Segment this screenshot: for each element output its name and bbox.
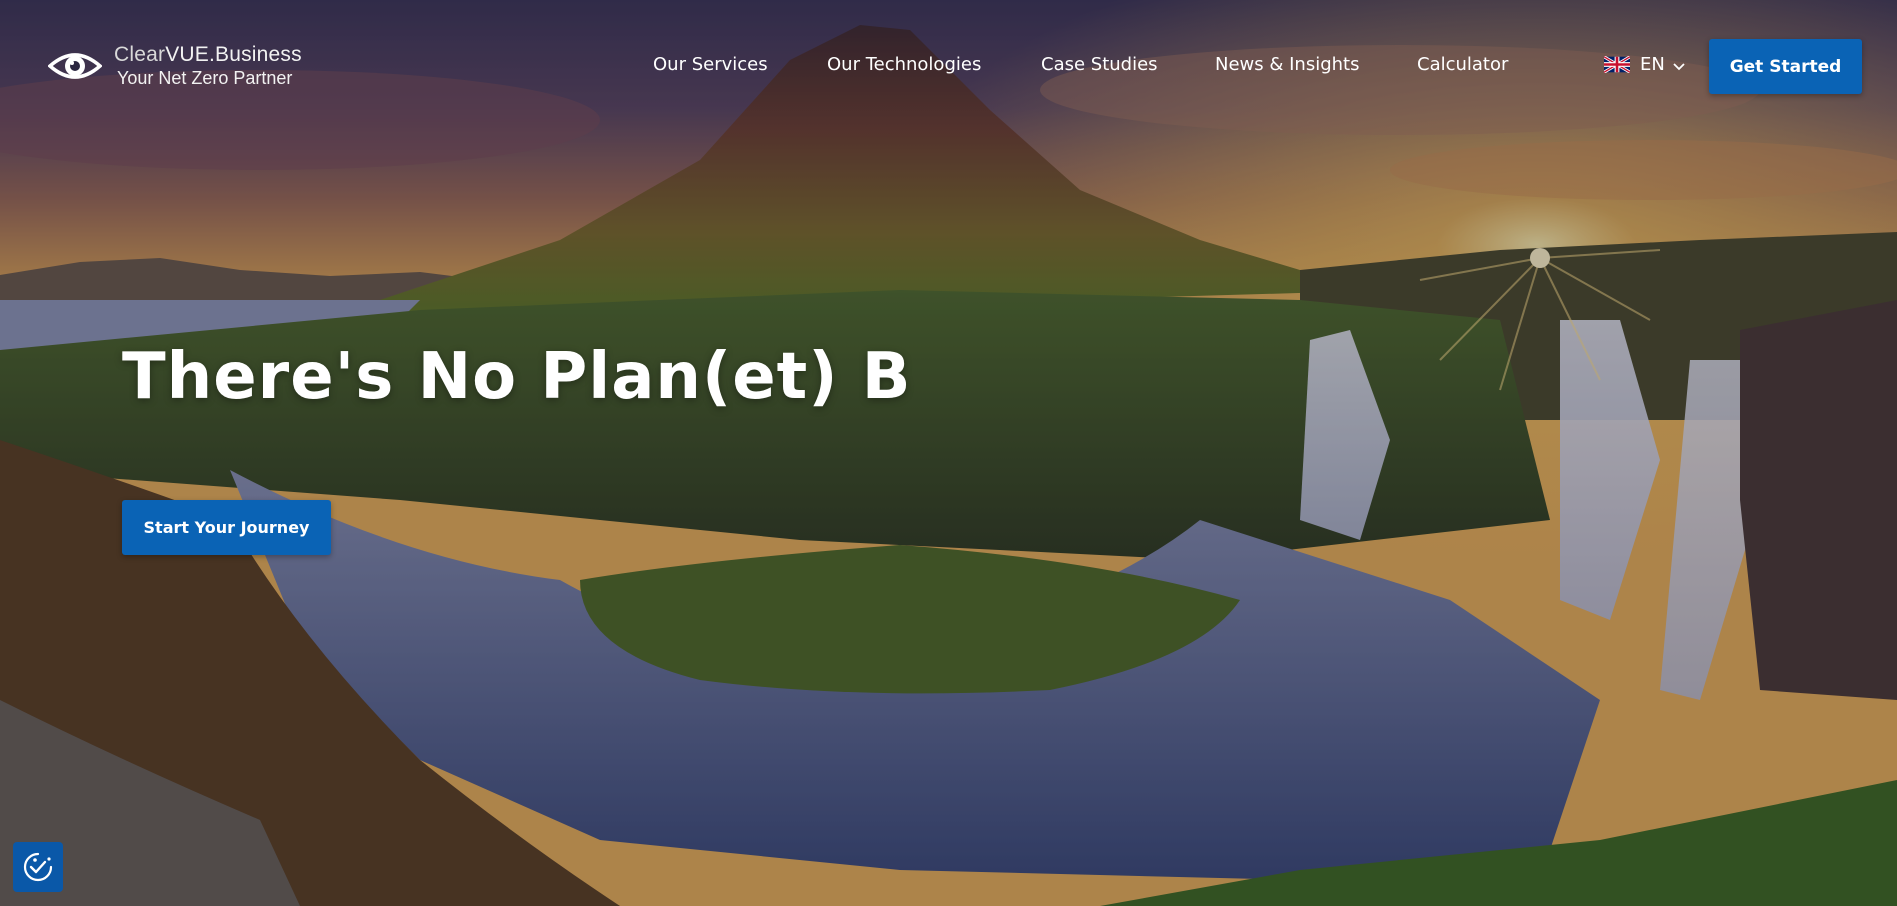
brand-name-part2: VUE — [165, 43, 209, 66]
language-label: EN — [1640, 54, 1665, 75]
language-selector[interactable]: EN — [1604, 54, 1685, 75]
brand-text: ClearVUE.Business Your Net Zero Partner — [114, 44, 302, 87]
nav-item-case-studies[interactable]: Case Studies — [1041, 54, 1158, 75]
eye-logo-icon — [48, 52, 102, 79]
nav-item-our-services[interactable]: Our Services — [653, 54, 768, 75]
get-started-button[interactable]: Get Started — [1709, 39, 1862, 94]
brand-tagline: Your Net Zero Partner — [117, 68, 293, 88]
accessibility-check-icon — [23, 852, 53, 882]
uk-flag-icon — [1604, 56, 1630, 73]
hero-headline: There's No Plan(et) B — [122, 340, 912, 414]
hero-dark-overlay — [0, 0, 1897, 906]
brand-name-part1: Clear — [114, 43, 166, 66]
start-your-journey-button[interactable]: Start Your Journey — [122, 500, 331, 555]
brand-name-part3: .Business — [208, 43, 302, 66]
chevron-down-icon — [1673, 62, 1685, 70]
accessibility-widget-button[interactable] — [13, 842, 63, 892]
nav-item-our-technologies[interactable]: Our Technologies — [827, 54, 981, 75]
brand-name: ClearVUE.Business — [114, 44, 302, 65]
nav-item-news-insights[interactable]: News & Insights — [1215, 54, 1359, 75]
brand-logo[interactable]: ClearVUE.Business Your Net Zero Partner — [48, 44, 302, 87]
hero-section: ClearVUE.Business Your Net Zero Partner … — [0, 0, 1897, 906]
nav-item-calculator[interactable]: Calculator — [1417, 54, 1508, 75]
site-header: ClearVUE.Business Your Net Zero Partner … — [0, 0, 1897, 132]
